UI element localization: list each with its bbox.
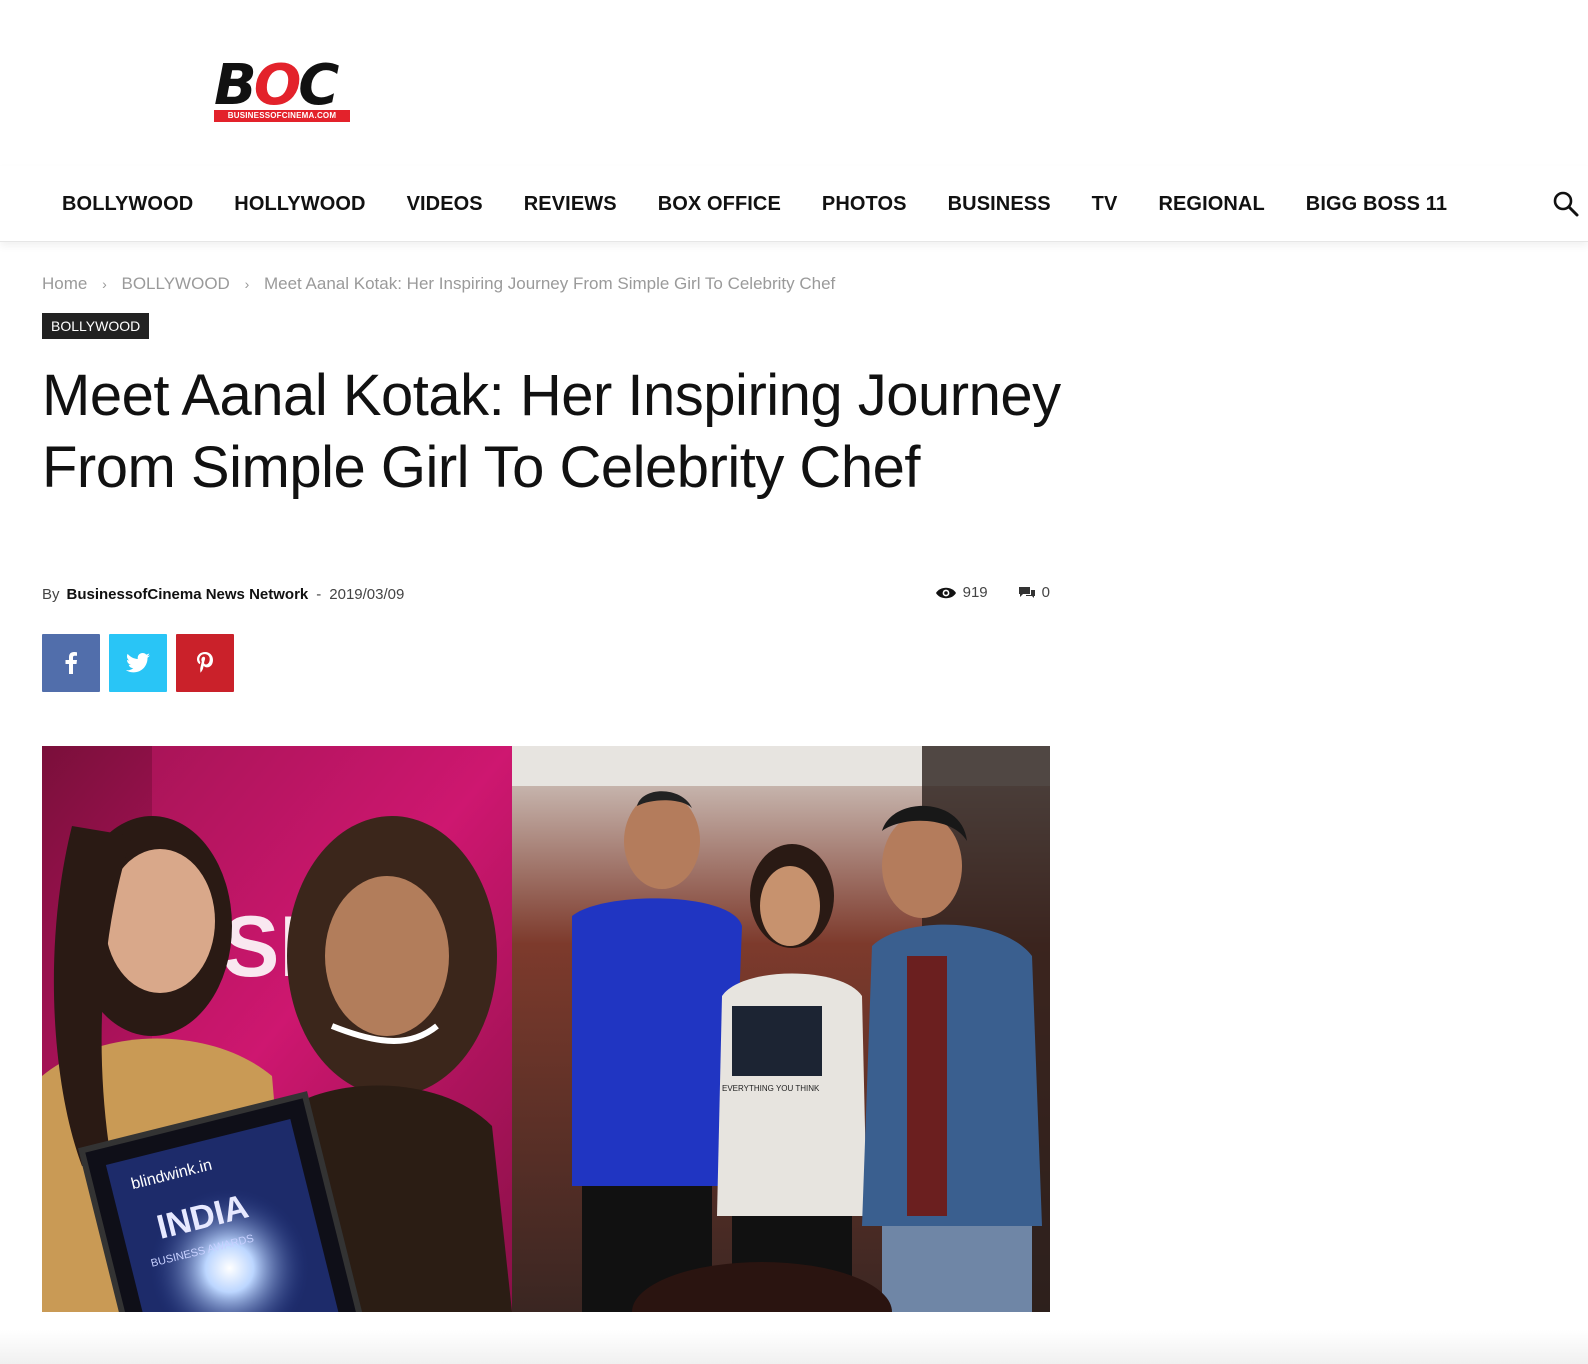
nav-item-regional[interactable]: REGIONAL [1158,193,1264,216]
nav-item-business[interactable]: BUSINESS [948,193,1051,216]
comment-count-value: 0 [1041,584,1050,601]
nav-item-photos[interactable]: PHOTOS [822,193,907,216]
nav-item-tv[interactable]: TV [1092,193,1118,216]
comment-count[interactable]: 0 [1018,584,1050,601]
view-count-value: 919 [962,584,988,601]
featured-photo-collage: SI blindwink.in INDIA BUSINESS AWARDS EV… [42,746,1050,1312]
right-photo: EVERYTHING YOU THINK [512,746,1050,1312]
share-buttons [42,634,234,692]
logo-subtitle: BUSINESSOFCINEMA.COM [214,110,350,122]
left-photo: SI blindwink.in INDIA BUSINESS AWARDS [42,746,512,1312]
nav-menu: BOLLYWOOD HOLLYWOOD VIDEOS REVIEWS BOX O… [62,166,1488,242]
category-tag[interactable]: BOLLYWOOD [42,313,150,339]
search-icon [1553,191,1579,217]
article-stats: 919 0 [930,584,1050,601]
nav-item-bollywood[interactable]: BOLLYWOOD [62,193,193,216]
chevron-right-icon: › [102,276,107,292]
nav-item-box-office[interactable]: BOX OFFICE [658,193,781,216]
publish-date: 2019/03/09 [329,586,405,603]
site-logo[interactable]: BOC BUSINESSOFCINEMA.COM [214,58,364,128]
nav-item-reviews[interactable]: REVIEWS [524,193,617,216]
by-label: By [42,586,60,603]
shirt-text: EVERYTHING YOU THINK [722,1084,820,1093]
nav-item-hollywood[interactable]: HOLLYWOOD [234,193,365,216]
nav-item-bigg-boss-11[interactable]: BIGG BOSS 11 [1306,193,1447,216]
article-meta: By BusinessofCinema News Network - 2019/… [42,586,404,603]
logo-letter-b: B [214,53,257,118]
facebook-icon [65,652,77,674]
breadcrumb: Home › BOLLYWOOD › Meet Aanal Kotak: Her… [42,274,835,294]
search-button[interactable] [1552,190,1580,218]
main-navigation: BOLLYWOOD HOLLYWOOD VIDEOS REVIEWS BOX O… [0,166,1588,242]
chevron-right-icon: › [244,276,250,292]
pinterest-icon [197,652,213,673]
breadcrumb-current: Meet Aanal Kotak: Her Inspiring Journey … [263,274,836,293]
author-link[interactable]: BusinessofCinema News Network [67,586,309,603]
featured-image[interactable]: SI blindwink.in INDIA BUSINESS AWARDS EV… [42,746,1050,1312]
breadcrumb-category[interactable]: BOLLYWOOD [122,274,230,293]
article-title: Meet Aanal Kotak: Her Inspiring Journey … [42,363,1061,500]
meta-separator: - [316,586,322,603]
breadcrumb-home[interactable]: Home [42,274,87,293]
logo-letter-c: C [298,53,339,118]
comment-icon [1018,586,1035,598]
facebook-share-button[interactable] [42,634,100,692]
eye-icon [935,587,956,598]
view-count: 919 [935,584,988,601]
twitter-share-button[interactable] [109,634,167,692]
pinterest-share-button[interactable] [176,634,234,692]
nav-item-videos[interactable]: VIDEOS [407,193,483,216]
page-bottom-fade [0,1330,1588,1364]
logo-letter-o: O [253,53,302,118]
logo-wordmark: BOC [214,58,339,114]
twitter-icon [126,653,150,673]
